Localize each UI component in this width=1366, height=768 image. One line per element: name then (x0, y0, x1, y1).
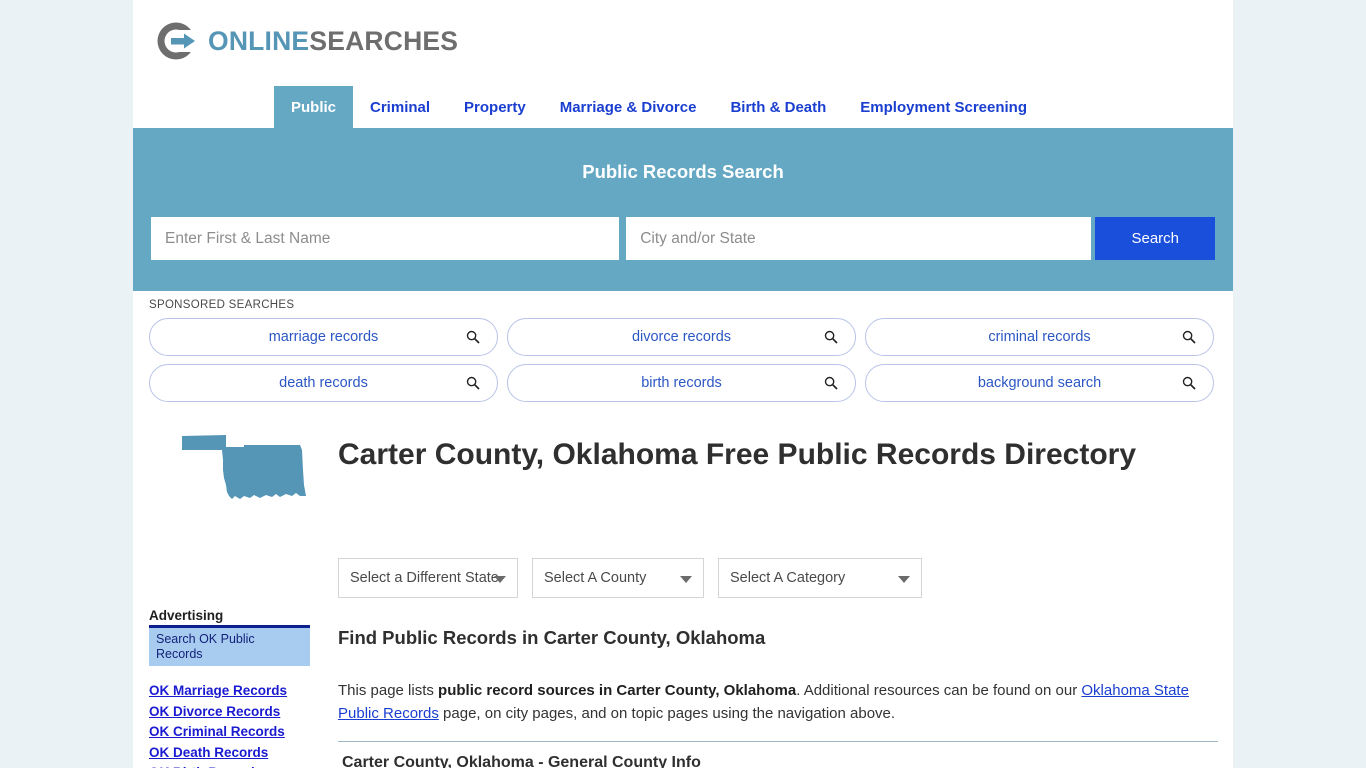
tab-criminal[interactable]: Criminal (353, 86, 447, 128)
sidebar-link-ok-birth-records[interactable]: OK Birth Records (149, 763, 319, 768)
main-navigation: Public Criminal Property Marriage & Divo… (133, 86, 1233, 128)
paragraph-text-1: This page lists (338, 682, 439, 699)
tab-birth-death[interactable]: Birth & Death (713, 86, 843, 128)
paragraph-text-2: . Additional resources can be found on o… (796, 682, 1082, 699)
sponsored-pill-label: birth records (641, 375, 722, 391)
sponsored-pill-marriage-records[interactable]: marriage records (149, 318, 498, 356)
advertising-label: Advertising (149, 608, 224, 623)
sidebar-links-list: OK Marriage Records OK Divorce Records O… (149, 681, 319, 768)
content-container: ONLINESEARCHES Public Criminal Property … (133, 0, 1233, 768)
search-icon (1182, 330, 1196, 344)
tab-property[interactable]: Property (447, 86, 543, 128)
sponsored-pill-label: divorce records (631, 329, 732, 345)
sidebar-link-ok-divorce-records[interactable]: OK Divorce Records (149, 702, 319, 723)
sponsored-pill-label: marriage records (268, 329, 379, 345)
select-county-dropdown[interactable]: Select A County (532, 558, 704, 598)
sponsored-pill-criminal-records[interactable]: criminal records (865, 318, 1214, 356)
search-icon (824, 330, 838, 344)
sidebar-link-ok-criminal-records[interactable]: OK Criminal Records (149, 722, 319, 743)
chevron-down-icon (680, 576, 692, 583)
select-state-dropdown[interactable]: Select a Different State (338, 558, 518, 598)
tab-public[interactable]: Public (274, 86, 354, 128)
sponsored-pill-label: death records (279, 375, 368, 391)
intro-paragraph: This page lists public record sources in… (338, 680, 1208, 725)
oklahoma-state-map-icon (182, 435, 306, 499)
search-submit-button[interactable]: Search (1095, 217, 1215, 260)
sponsored-pill-divorce-records[interactable]: divorce records (507, 318, 856, 356)
sidebar-link-ok-death-records[interactable]: OK Death Records (149, 743, 319, 764)
tab-marriage-divorce[interactable]: Marriage & Divorce (543, 86, 714, 128)
sidebar-link-ok-marriage-records[interactable]: OK Marriage Records (149, 681, 319, 702)
search-icon (824, 376, 838, 390)
city-state-search-input[interactable] (626, 217, 1092, 260)
search-icon (466, 376, 480, 390)
search-band-title: Public Records Search (582, 161, 784, 182)
section-divider (338, 741, 1218, 742)
section-heading-find-records: Find Public Records in Carter County, Ok… (338, 627, 766, 648)
page-root: ONLINESEARCHES Public Criminal Property … (0, 0, 1366, 768)
paragraph-text-3: page, on city pages, and on topic pages … (438, 704, 896, 722)
sponsored-pill-label: criminal records (988, 329, 1091, 345)
select-category-label: Select A Category (730, 570, 846, 586)
filter-dropdowns: Select a Different State Select A County… (338, 558, 922, 598)
ad-box-search-ok-public-records[interactable]: Search OK Public Records (149, 628, 310, 666)
logo-wordmark: ONLINESEARCHES (208, 28, 458, 55)
page-title: Carter County, Oklahoma Free Public Reco… (338, 438, 1137, 471)
search-icon (1182, 376, 1196, 390)
paragraph-bold-1: public record sources in Carter County, … (438, 682, 797, 699)
chevron-down-icon (494, 576, 506, 583)
logo-text-online: ONLINE (208, 25, 310, 56)
sponsored-pill-background-search[interactable]: background search (865, 364, 1214, 402)
select-county-label: Select A County (544, 570, 647, 586)
search-icon (466, 330, 480, 344)
circular-arrow-logo-icon (157, 22, 199, 60)
tab-employment-screening[interactable]: Employment Screening (843, 86, 1044, 128)
site-logo[interactable]: ONLINESEARCHES (153, 18, 458, 64)
search-band: Public Records Search Search (133, 128, 1233, 291)
sponsored-pill-death-records[interactable]: death records (149, 364, 498, 402)
section-heading-general-county-info: Carter County, Oklahoma - General County… (342, 754, 701, 768)
sponsored-pill-label: background search (977, 375, 1102, 391)
sponsored-pill-birth-records[interactable]: birth records (507, 364, 856, 402)
select-state-label: Select a Different State (350, 570, 499, 586)
sponsored-searches-label: SPONSORED SEARCHES (149, 299, 295, 311)
select-category-dropdown[interactable]: Select A Category (718, 558, 922, 598)
sponsored-searches-list: marriage records divorce records crimina… (149, 318, 1215, 402)
ad-box-text: Search OK Public Records (156, 632, 255, 661)
chevron-down-icon (898, 576, 910, 583)
search-form: Search (151, 217, 1215, 260)
name-search-input[interactable] (151, 217, 620, 260)
logo-text-searches: SEARCHES (309, 25, 459, 56)
